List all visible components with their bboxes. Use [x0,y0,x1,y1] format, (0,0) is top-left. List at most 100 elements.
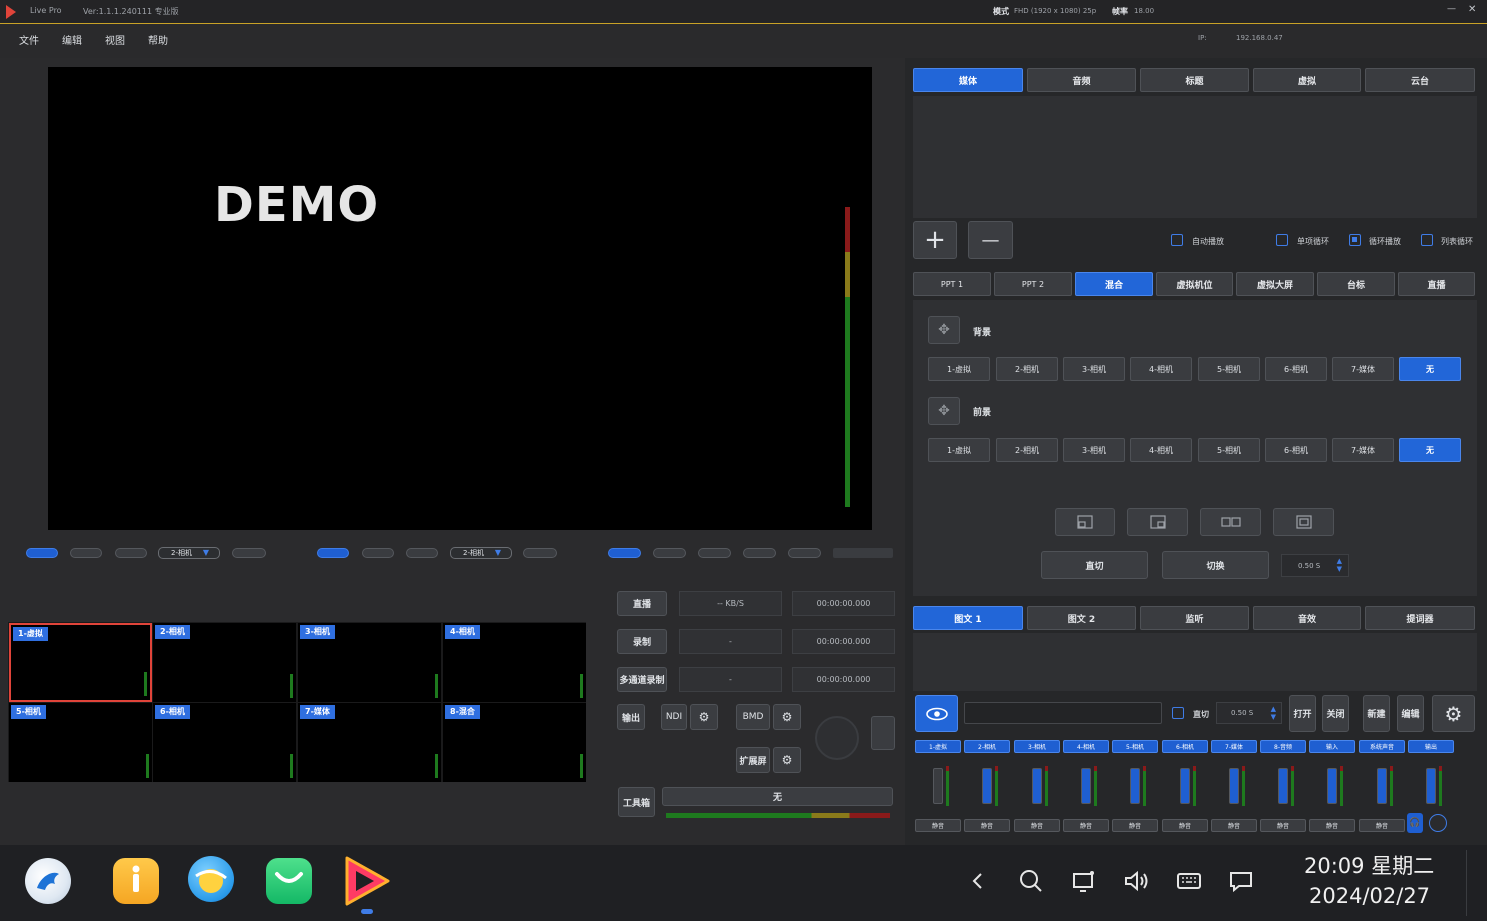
bmd-settings-gear-icon[interactable]: ⚙ [773,704,801,730]
multiview-cell-1[interactable]: 1-虚拟 [9,623,152,702]
tab-virtual-screen[interactable]: 虚拟大屏 [1236,272,1314,296]
audio-channel-label[interactable]: 输出 [1408,740,1454,753]
graphic-list[interactable] [913,633,1477,691]
mix-switch-button[interactable]: 切换 [1162,551,1269,579]
close-button[interactable]: ✕ [1468,4,1476,15]
extend-screen-button[interactable]: 扩展屏 [736,747,770,773]
audio-mute-button[interactable]: 静音 [1162,819,1208,832]
menu-edit[interactable]: 编辑 [62,32,82,47]
list-loop-checkbox[interactable] [1421,234,1433,246]
audio-fader[interactable] [1327,768,1337,804]
transition-select[interactable]: 无 [662,787,893,806]
keyboard-icon[interactable] [1175,867,1203,895]
toolbox-button[interactable]: 工具箱 [618,787,655,817]
fg-source-2[interactable]: 2-相机 [996,438,1058,462]
tab-graphic-2[interactable]: 图文 2 [1027,606,1136,630]
tab-mix[interactable]: 混合 [1075,272,1153,296]
auto-play-checkbox[interactable] [1171,234,1183,246]
settings-gear-icon[interactable]: ⚙ [1432,695,1475,732]
overlay-close-button[interactable]: 关闭 [1322,695,1349,732]
bg-source-7[interactable]: 7-媒体 [1332,357,1394,381]
audio-fader[interactable] [1130,768,1140,804]
fg-source-none[interactable]: 无 [1399,438,1461,462]
audio-channel-label[interactable]: 2-相机 [964,740,1010,753]
layout-pip-bottom-left-icon[interactable] [1055,508,1115,536]
audio-fader[interactable] [982,768,992,804]
bmd-button[interactable]: BMD [736,704,770,730]
audio-channel-label[interactable]: 4-相机 [1063,740,1109,753]
fg-source-5[interactable]: 5-相机 [1198,438,1260,462]
app-dolphin-icon[interactable] [25,858,71,904]
audio-fader[interactable] [1032,768,1042,804]
layout-fullscreen-icon[interactable] [1273,508,1334,536]
layout-btn-5[interactable] [788,548,821,558]
ndi-settings-gear-icon[interactable]: ⚙ [690,704,718,730]
bg-source-none[interactable]: 无 [1399,357,1461,381]
multiview-cell-7[interactable]: 7-媒体 [298,703,441,782]
tab-monitor[interactable]: 监听 [1140,606,1249,630]
audio-mute-button[interactable]: 静音 [915,819,961,832]
overlay-duration-spinner[interactable]: 0.50 S ▲ ▼ [1216,702,1282,724]
audio-fader[interactable] [1180,768,1190,804]
tab-ppt1[interactable]: PPT 1 [913,272,991,296]
ndi-button[interactable]: NDI [661,704,687,730]
layout-btn-4[interactable] [743,548,776,558]
tab-sound-effects[interactable]: 音效 [1253,606,1361,630]
audio-channel-label[interactable]: 系统声音 [1359,740,1405,753]
app-mail-icon[interactable] [266,858,312,904]
headphone-icon[interactable]: 🎧 [1407,813,1423,833]
audio-channel-label[interactable]: 8-音频 [1260,740,1306,753]
layout-pip-bottom-right-icon[interactable] [1127,508,1188,536]
fg-source-4[interactable]: 4-相机 [1130,438,1192,462]
app-browser-icon[interactable] [188,856,234,902]
overlay-open-button[interactable]: 打开 [1289,695,1316,732]
loop-play-checkbox[interactable] [1349,234,1361,246]
audio-channel-label[interactable]: 6-相机 [1162,740,1208,753]
multiview-cell-8[interactable]: 8-混合 [443,703,586,782]
audio-channel-label[interactable]: 5-相机 [1112,740,1158,753]
fg-source-3[interactable]: 3-相机 [1063,438,1125,462]
bg-source-2[interactable]: 2-相机 [996,357,1058,381]
extend-settings-gear-icon[interactable]: ⚙ [773,747,801,773]
monitor2-btn-c[interactable] [406,548,438,558]
single-loop-checkbox[interactable] [1276,234,1288,246]
back-chevron-icon[interactable] [964,867,992,895]
menu-help[interactable]: 帮助 [148,32,168,47]
audio-mute-button[interactable]: 静音 [1112,819,1158,832]
monitor-volume-knob[interactable] [1429,814,1447,832]
search-icon[interactable] [1017,867,1045,895]
bg-source-1[interactable]: 1-虚拟 [928,357,990,381]
mix-duration-spinner[interactable]: 0.50 S ▲ ▼ [1281,554,1349,577]
audio-mute-button[interactable]: 静音 [1211,819,1257,832]
layout-btn-1[interactable] [608,548,641,558]
overlay-edit-button[interactable]: 编辑 [1397,695,1424,732]
multiview-cell-2[interactable]: 2-相机 [153,623,296,702]
multi-record-button[interactable]: 多通道录制 [617,667,667,692]
visibility-eye-icon[interactable] [915,695,958,732]
audio-channel-label[interactable]: 1-虚拟 [915,740,961,753]
overlay-direct-checkbox[interactable] [1172,707,1184,719]
bg-source-6[interactable]: 6-相机 [1265,357,1327,381]
multiview-cell-6[interactable]: 6-相机 [153,703,296,782]
layout-btn-3[interactable] [698,548,731,558]
bg-source-5[interactable]: 5-相机 [1198,357,1260,381]
volume-icon[interactable] [1122,867,1150,895]
menu-file[interactable]: 文件 [19,32,39,47]
media-list[interactable] [913,96,1477,218]
monitor1-btn-c[interactable] [115,548,147,558]
audio-fader[interactable] [933,768,943,804]
tab-graphic-1[interactable]: 图文 1 [913,606,1023,630]
audio-channel-label[interactable]: 3-相机 [1014,740,1060,753]
fg-source-6[interactable]: 6-相机 [1265,438,1327,462]
background-move-icon[interactable]: ✥ [928,316,960,344]
monitor2-btn-a[interactable] [317,548,349,558]
menu-view[interactable]: 视图 [105,32,125,47]
monitor1-btn-d[interactable] [232,548,266,558]
notification-icon[interactable] [1227,867,1255,895]
tab-audio[interactable]: 音频 [1027,68,1136,92]
fg-source-7[interactable]: 7-媒体 [1332,438,1394,462]
audio-fader[interactable] [1081,768,1091,804]
multiview-cell-5[interactable]: 5-相机 [9,703,152,782]
layout-side-by-side-icon[interactable] [1200,508,1261,536]
app-info-icon[interactable] [113,858,159,904]
